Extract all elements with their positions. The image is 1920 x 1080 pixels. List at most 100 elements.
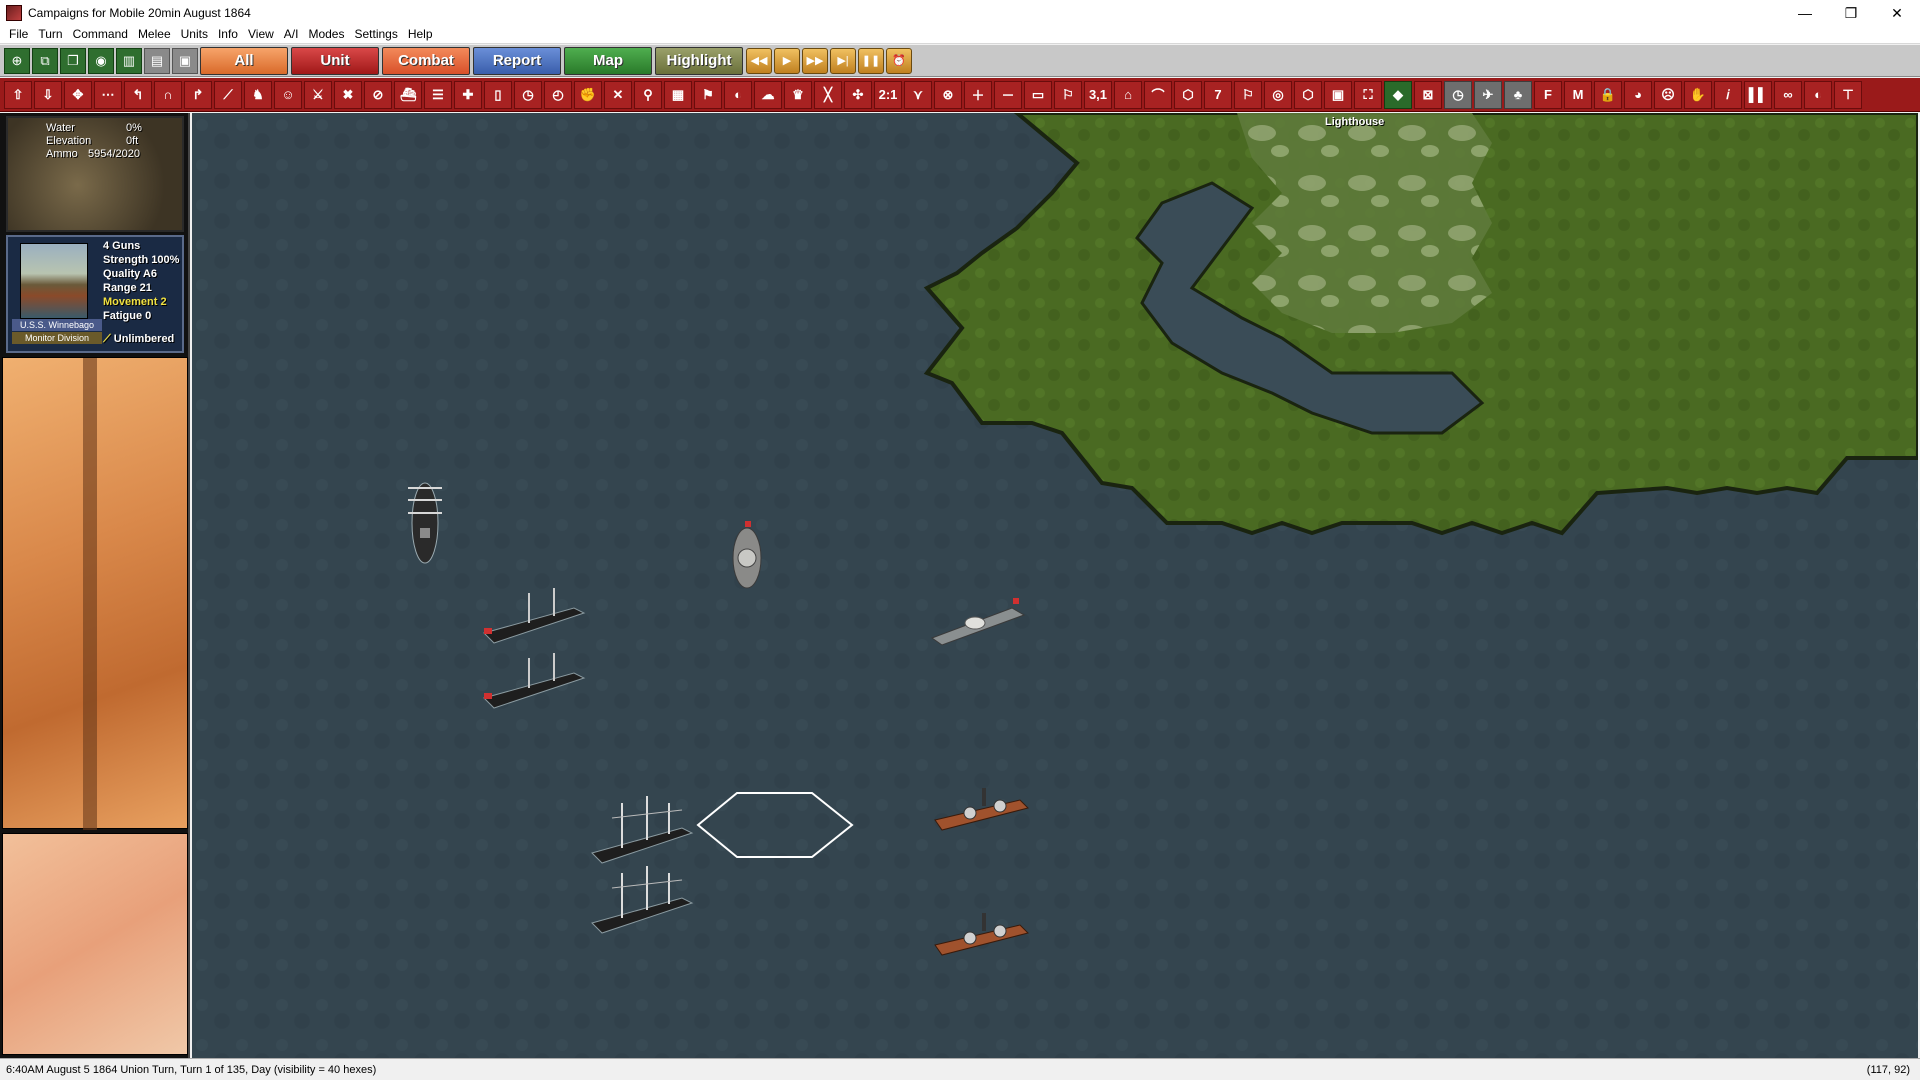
line-of-sight-icon[interactable]: ⋎ <box>904 80 932 109</box>
ship-sailing-vertical[interactable] <box>400 468 450 568</box>
rotate-icon[interactable]: ✣ <box>844 80 872 109</box>
tab-report[interactable]: Report <box>473 46 561 75</box>
padlock-icon[interactable]: 🔒 <box>1594 80 1622 109</box>
plus-cross-icon[interactable]: ✚ <box>454 80 482 109</box>
terrain-icon[interactable]: ⌂ <box>1114 80 1142 109</box>
seven-button[interactable]: 7 <box>1204 80 1232 109</box>
panel-icon[interactable]: ▤ <box>144 47 170 74</box>
ship-ironclad-gray[interactable] <box>927 593 1027 648</box>
skip-end-icon[interactable]: ▶| <box>830 47 856 74</box>
info-italic-icon[interactable]: 𝑖 <box>1714 80 1742 109</box>
fast-forward-icon[interactable]: ▶▶ <box>802 47 828 74</box>
filter-icon[interactable]: ☰ <box>424 80 452 109</box>
horse-icon[interactable]: ♞ <box>244 80 272 109</box>
no-fire-icon[interactable]: ⊘ <box>364 80 392 109</box>
ratio-button[interactable]: 2:1 <box>874 80 902 109</box>
formation-icon[interactable]: ✥ <box>64 80 92 109</box>
turn-left-icon[interactable]: ↰ <box>124 80 152 109</box>
close-button[interactable]: ✕ <box>1874 0 1920 26</box>
curve-icon[interactable]: ⌒ <box>1144 80 1172 109</box>
pause-icon[interactable]: ❚❚ <box>858 47 884 74</box>
ship-steamer-2[interactable] <box>479 653 589 713</box>
face-icon[interactable]: ☹ <box>1654 80 1682 109</box>
alarm-clock-icon[interactable]: ⏰ <box>886 47 912 74</box>
cross-icon[interactable]: ✕ <box>604 80 632 109</box>
menu-ai[interactable]: A/I <box>279 24 304 44</box>
flag-icon[interactable]: ⚑ <box>694 80 722 109</box>
menu-units[interactable]: Units <box>176 24 213 44</box>
ship-monitor-2[interactable] <box>930 903 1030 958</box>
contrast-icon[interactable]: ◐ <box>724 80 752 109</box>
menu-info[interactable]: Info <box>213 24 243 44</box>
line-icon[interactable]: ⋯ <box>94 80 122 109</box>
strategic-map-east[interactable] <box>2 833 188 1055</box>
ship-steamer-1[interactable] <box>479 588 589 648</box>
unload-down-icon[interactable]: ⇩ <box>34 80 62 109</box>
rifle-icon[interactable]: ⟋ <box>214 80 242 109</box>
fullscreen-icon[interactable]: ⛶ <box>1354 80 1382 109</box>
m-button[interactable]: M <box>1564 80 1592 109</box>
tab-all[interactable]: All <box>200 46 288 75</box>
layers-icon[interactable]: ◆ <box>1384 80 1412 109</box>
trophy-icon[interactable]: ♛ <box>784 80 812 109</box>
target-icon[interactable]: ◎ <box>1264 80 1292 109</box>
tab-combat[interactable]: Combat <box>382 46 470 75</box>
tab-map[interactable]: Map <box>564 46 652 75</box>
strategic-map-south[interactable] <box>2 357 188 830</box>
about-face-icon[interactable]: ∩ <box>154 80 182 109</box>
ship-monitor-vertical[interactable] <box>727 513 767 593</box>
signpost-icon[interactable]: ⚐ <box>1054 80 1082 109</box>
menu-modes[interactable]: Modes <box>303 24 349 44</box>
crossed-lines-icon[interactable]: ╳ <box>814 80 842 109</box>
turn-right-icon[interactable]: ↱ <box>184 80 212 109</box>
zoom-in-icon[interactable]: ＋ <box>964 80 992 109</box>
hex-grid-icon[interactable]: ⬡ <box>1174 80 1202 109</box>
tab-unit[interactable]: Unit <box>291 46 379 75</box>
menu-view[interactable]: View <box>243 24 279 44</box>
bars-icon[interactable]: ▌▌ <box>1744 80 1772 109</box>
menu-help[interactable]: Help <box>403 24 438 44</box>
cloud-icon[interactable]: ☁ <box>754 80 782 109</box>
half-circle-icon[interactable]: ◐ <box>1804 80 1832 109</box>
load-up-icon[interactable]: ⇧ <box>4 80 32 109</box>
menu-turn[interactable]: Turn <box>33 24 67 44</box>
main-map[interactable]: Lighthouse <box>192 113 1918 1058</box>
eye-icon[interactable]: ◉ <box>88 47 114 74</box>
hand-icon[interactable]: ✋ <box>1684 80 1712 109</box>
book-icon[interactable]: ▯ <box>484 80 512 109</box>
ship-icon[interactable]: ⛴ <box>394 80 422 109</box>
ship-monitor-selected[interactable] <box>930 778 1030 833</box>
clock-icon[interactable]: ◷ <box>514 80 542 109</box>
menu-command[interactable]: Command <box>68 24 133 44</box>
binoculars-icon[interactable]: ∞ <box>1774 80 1802 109</box>
clipboard-icon[interactable]: ▦ <box>664 80 692 109</box>
magnify-icon[interactable]: ⚲ <box>634 80 662 109</box>
unit-info[interactable]: U.S.S. Winnebago Monitor Division 4 Guns… <box>6 235 184 353</box>
f-button[interactable]: F <box>1534 80 1562 109</box>
tab-highlight[interactable]: Highlight <box>655 46 743 75</box>
hexagon-icon[interactable]: ⬡ <box>1294 80 1322 109</box>
lock-icon[interactable]: ▣ <box>172 47 198 74</box>
org-chart-icon[interactable]: ⊤ <box>1834 80 1862 109</box>
crosshair-icon[interactable]: ⊕ <box>4 47 30 74</box>
minimize-button[interactable]: — <box>1782 0 1828 26</box>
pie-icon[interactable]: ◕ <box>1624 80 1652 109</box>
hq-icon[interactable]: ▣ <box>1324 80 1352 109</box>
zoom-out-icon[interactable]: － <box>994 80 1022 109</box>
soldier-icon[interactable]: ☺ <box>274 80 302 109</box>
rewind-icon[interactable]: ◀◀ <box>746 47 772 74</box>
cascade-icon[interactable]: ❐ <box>60 47 86 74</box>
timer-icon[interactable]: ◴ <box>544 80 572 109</box>
restore-button[interactable]: ❐ <box>1828 0 1874 26</box>
range-button[interactable]: 3,1 <box>1084 80 1112 109</box>
map-icon[interactable]: ▥ <box>116 47 142 74</box>
fist-icon[interactable]: ✊ <box>574 80 602 109</box>
ship-frigate-1[interactable] <box>587 788 697 868</box>
menu-settings[interactable]: Settings <box>349 24 402 44</box>
monitor-icon[interactable]: ▭ <box>1024 80 1052 109</box>
close-box-icon[interactable]: ⊠ <box>1414 80 1442 109</box>
melee-icon[interactable]: ⚔ <box>304 80 332 109</box>
menu-file[interactable]: File <box>4 24 33 44</box>
no-los-icon[interactable]: ⊗ <box>934 80 962 109</box>
flag-white-icon[interactable]: ⚐ <box>1234 80 1262 109</box>
